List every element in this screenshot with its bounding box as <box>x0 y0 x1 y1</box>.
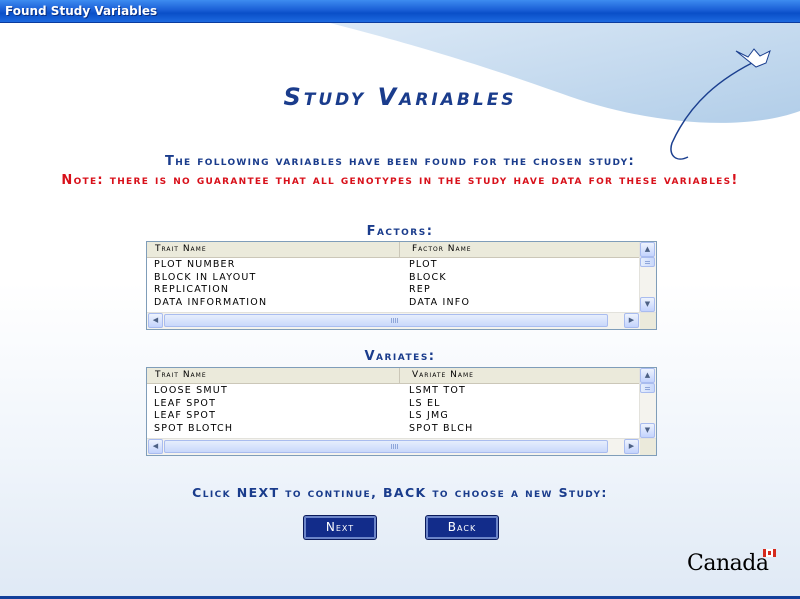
variate-name-cell: SPOT BLCH <box>409 422 474 434</box>
column-header-factor-name[interactable]: Factor Name <box>402 242 472 257</box>
variate-name-cell: LSMT TOT <box>409 385 467 396</box>
variate-name-cell: LS EL <box>409 397 441 409</box>
variates-list-header: Trait Name Variate Name <box>147 368 640 384</box>
decorative-swoosh <box>330 23 800 160</box>
column-header-variate-name[interactable]: Variate Name <box>402 368 474 383</box>
variate-name-cell: LS JMG <box>409 410 449 421</box>
horizontal-scrollbar[interactable]: ◀ ▶ <box>147 438 656 455</box>
trait-name-cell: LEAF SPOT <box>154 397 217 409</box>
scroll-thumb[interactable] <box>640 383 655 393</box>
dialog-client-area: Study Variables The following variables … <box>0 23 800 599</box>
vertical-scrollbar[interactable]: ▲ ▼ <box>639 368 656 438</box>
scroll-left-icon[interactable]: ◀ <box>148 439 163 454</box>
factor-name-cell: REP <box>409 284 431 295</box>
column-header-trait-name[interactable]: Trait Name <box>147 368 400 383</box>
trait-name-cell: BLOCK IN LAYOUT <box>154 271 257 283</box>
list-item[interactable]: REPLICATION REP <box>147 284 640 297</box>
scroll-thumb[interactable] <box>640 257 655 267</box>
scroll-right-icon[interactable]: ▶ <box>624 439 639 454</box>
list-item[interactable]: PLOT NUMBER PLOT <box>147 259 640 272</box>
trait-name-cell: REPLICATION <box>154 284 230 295</box>
back-button[interactable]: Back <box>426 516 498 539</box>
trait-name-cell: SPOT BLOTCH <box>154 422 234 434</box>
scroll-right-icon[interactable]: ▶ <box>624 313 639 328</box>
list-item[interactable]: BLOCK IN LAYOUT BLOCK <box>147 272 640 285</box>
factor-name-cell: PLOT <box>409 259 438 270</box>
variates-list[interactable]: Trait Name Variate Name LOOSE SMUT LSMT … <box>146 367 657 456</box>
factor-name-cell: DATA INFO <box>409 296 471 308</box>
warning-note: Note: there is no guarantee that all gen… <box>61 173 739 188</box>
column-header-trait-name[interactable]: Trait Name <box>147 242 400 257</box>
trait-name-cell: PLOT NUMBER <box>154 259 236 270</box>
next-button[interactable]: Next <box>304 516 376 539</box>
list-item[interactable]: DATA INFORMATION DATA INFO <box>147 297 640 310</box>
list-item[interactable]: SPOT BLOTCH SPOT BLCH <box>147 423 640 436</box>
page-title: Study Variables <box>283 83 517 111</box>
factors-list[interactable]: Trait Name Factor Name PLOT NUMBER PLOT … <box>146 241 657 330</box>
factor-name-cell: BLOCK <box>409 271 447 283</box>
scroll-thumb[interactable] <box>164 314 608 327</box>
scroll-left-icon[interactable]: ◀ <box>148 313 163 328</box>
list-item[interactable]: LEAF SPOT LS EL <box>147 398 640 411</box>
trait-name-cell: DATA INFORMATION <box>154 296 268 308</box>
scroll-thumb[interactable] <box>164 440 608 453</box>
horizontal-scrollbar[interactable]: ◀ ▶ <box>147 312 656 329</box>
intro-text: The following variables have been found … <box>165 154 635 169</box>
scroll-down-icon[interactable]: ▼ <box>640 297 655 312</box>
window-titlebar: Found Study Variables <box>0 0 800 23</box>
variates-heading: Variates: <box>364 349 436 364</box>
vertical-scrollbar[interactable]: ▲ ▼ <box>639 242 656 312</box>
window-title: Found Study Variables <box>5 4 158 18</box>
trait-name-cell: LEAF SPOT <box>154 410 217 421</box>
scroll-up-icon[interactable]: ▲ <box>640 368 655 383</box>
scroll-up-icon[interactable]: ▲ <box>640 242 655 257</box>
navigation-instruction: Click NEXT to continue, BACK to choose a… <box>192 485 608 500</box>
factors-list-header: Trait Name Factor Name <box>147 242 640 258</box>
scrollbar-corner <box>640 313 656 329</box>
trait-name-cell: LOOSE SMUT <box>154 385 228 396</box>
scrollbar-corner <box>640 439 656 455</box>
canada-flag-icon <box>763 549 776 557</box>
list-item[interactable]: LOOSE SMUT LSMT TOT <box>147 385 640 398</box>
list-item[interactable]: LEAF SPOT LS JMG <box>147 410 640 423</box>
scroll-down-icon[interactable]: ▼ <box>640 423 655 438</box>
factors-heading: Factors: <box>366 224 434 239</box>
canada-wordmark: Canada <box>687 551 769 576</box>
